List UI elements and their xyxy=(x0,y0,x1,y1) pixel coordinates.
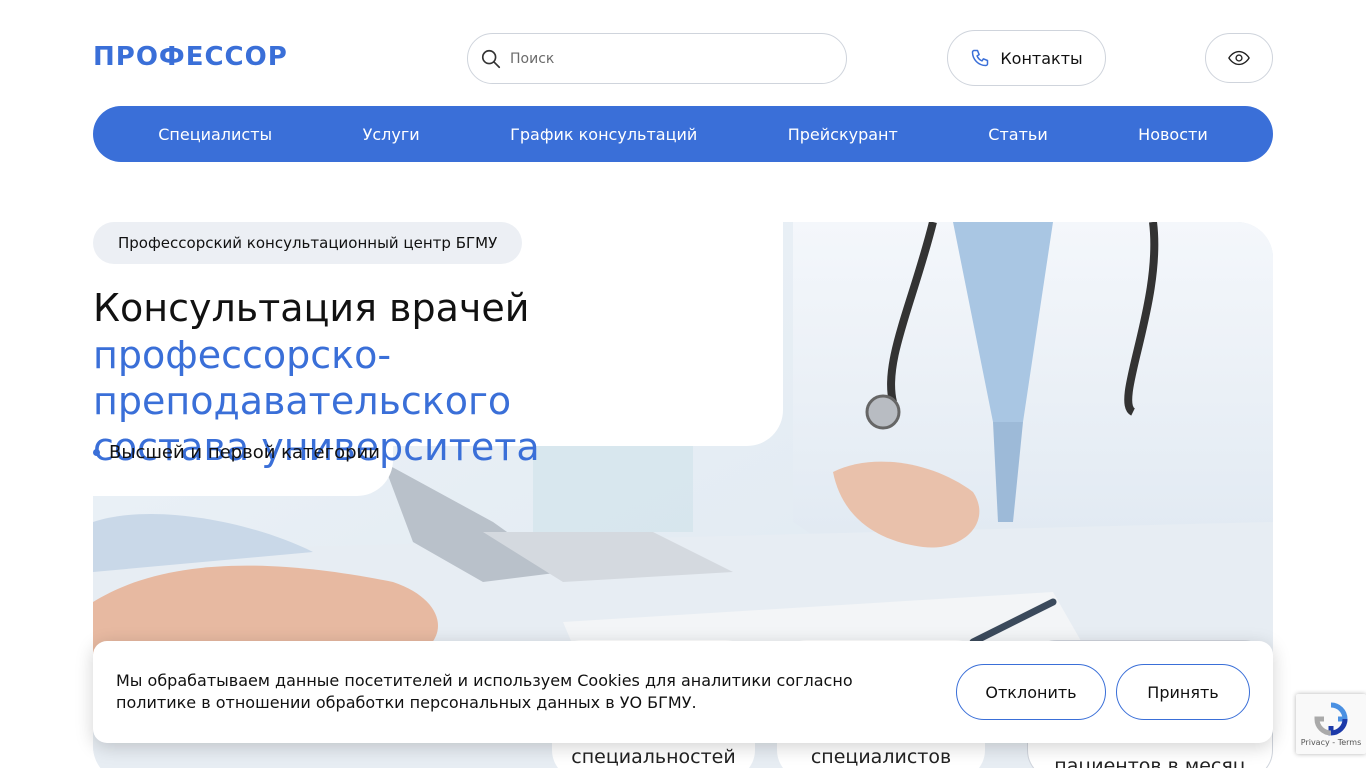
recaptcha-badge[interactable]: Privacy - Terms xyxy=(1296,694,1366,754)
search-input[interactable] xyxy=(510,50,810,67)
page: ПРОФЕССОР Контакты Специалисты Услуги Гр… xyxy=(0,0,1366,768)
cookie-decline-button[interactable]: Отклонить xyxy=(956,664,1106,720)
contacts-label: Контакты xyxy=(1000,48,1083,68)
contacts-button[interactable]: Контакты xyxy=(947,30,1106,86)
hero-bullet: Высшей и первой категории xyxy=(93,442,380,463)
recaptcha-links[interactable]: Privacy - Terms xyxy=(1301,738,1362,747)
stat-label: специалистов xyxy=(810,746,952,768)
accessibility-button[interactable] xyxy=(1205,33,1273,83)
nav-item-articles[interactable]: Статьи xyxy=(988,125,1047,144)
stat-label: пациентов в месяц xyxy=(1054,755,1246,768)
nav-item-pricelist[interactable]: Прейскурант xyxy=(788,125,898,144)
hero-tag: Профессорский консультационный центр БГМ… xyxy=(93,222,523,264)
nav-item-services[interactable]: Услуги xyxy=(363,125,420,144)
phone-icon xyxy=(972,49,989,67)
recaptcha-icon xyxy=(1314,702,1348,736)
bullet-dot-icon xyxy=(93,449,100,456)
cookie-accept-button[interactable]: Принять xyxy=(1116,664,1250,720)
eye-icon xyxy=(1228,50,1250,66)
nav-item-specialists[interactable]: Специалисты xyxy=(158,125,272,144)
stat-label: специальностей xyxy=(571,746,736,768)
hero-title: Консультация врачей xyxy=(93,286,530,330)
main-nav: Специалисты Услуги График консультаций П… xyxy=(93,106,1273,162)
cookie-banner: Мы обрабатываем данные посетителей и исп… xyxy=(93,641,1273,743)
search-icon xyxy=(481,49,501,68)
hero-subtitle-line1: профессорско-преподавательского xyxy=(93,333,512,423)
cookie-text: Мы обрабатываем данные посетителей и исп… xyxy=(116,671,853,712)
site-logo[interactable]: ПРОФЕССОР xyxy=(93,42,288,72)
nav-item-schedule[interactable]: График консультаций xyxy=(510,125,697,144)
hero-bullet-text: Высшей и первой категории xyxy=(109,442,380,463)
nav-item-news[interactable]: Новости xyxy=(1138,125,1208,144)
search-box[interactable] xyxy=(467,33,847,84)
